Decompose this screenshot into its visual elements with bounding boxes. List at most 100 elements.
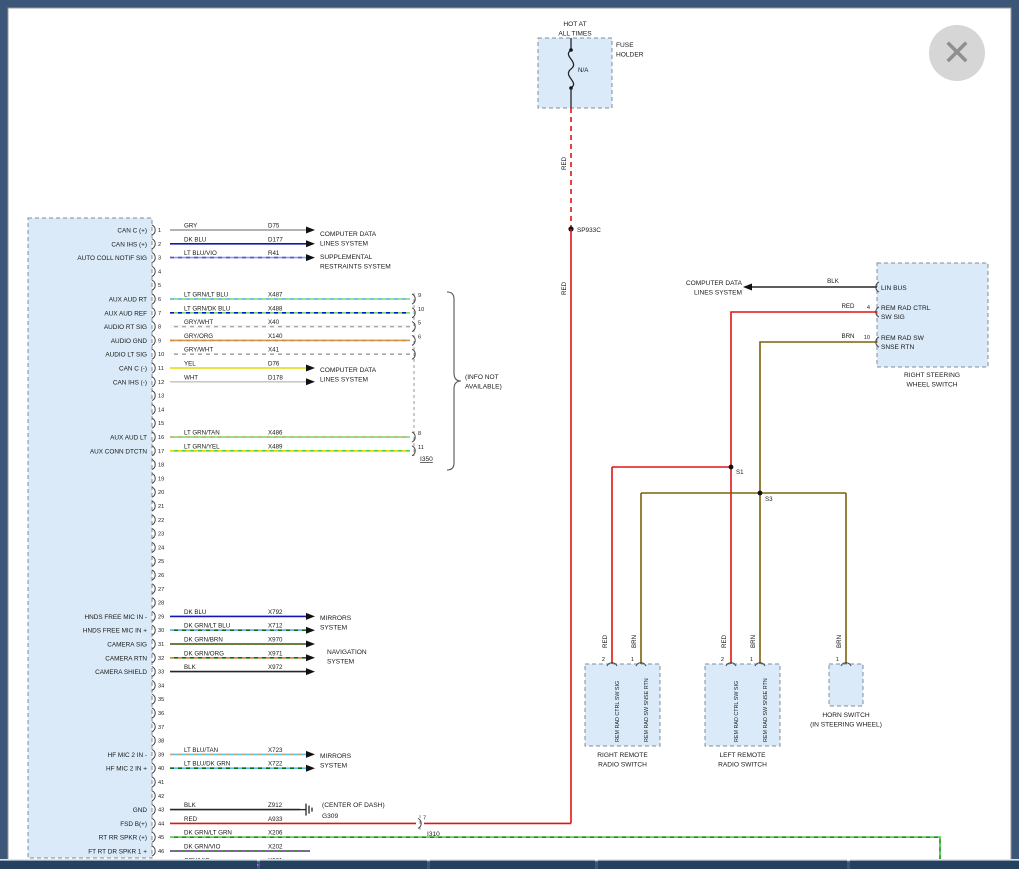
- pin-number: 22: [158, 518, 164, 524]
- circuit-code: X712: [268, 623, 283, 630]
- pin-number: 21: [158, 504, 164, 510]
- pin-label: CAN C (-): [119, 366, 147, 373]
- wire-color-label: DK GRN/LT BLU: [184, 623, 230, 630]
- switch-pin-label: REM RAD SW SNSE RTN: [644, 678, 650, 742]
- pin-number: 1: [750, 657, 753, 663]
- circuit-code: R41: [268, 250, 280, 257]
- wiring-diagram: (INFO NOTAVAILABLE)I350I310HOT ATALL TIM…: [0, 0, 1019, 869]
- destination-label: MIRRORS: [320, 615, 352, 622]
- pin-number: 9: [158, 338, 161, 344]
- far-pin-number: 11: [418, 445, 424, 451]
- wire-color-label: GRY/ORG: [184, 333, 213, 340]
- circuit-code: D177: [268, 236, 283, 243]
- table-header-cell-border: [0, 859, 257, 861]
- pin-number: 3: [158, 256, 161, 262]
- component-caption: LEFT REMOTE: [719, 752, 766, 759]
- pin-number: 11: [158, 366, 164, 372]
- wire-color-label: BRN: [836, 635, 843, 648]
- wire-color-label: LT GRN/DK BLU: [184, 305, 230, 312]
- destination-label: SYSTEM: [320, 763, 347, 770]
- pin-label: CAMERA SIG: [107, 642, 147, 649]
- fuse-holder-label: FUSE: [616, 42, 634, 49]
- circuit-code: X202: [268, 844, 283, 851]
- component-caption: (IN STEERING WHEEL): [810, 722, 882, 729]
- wire-color-label: DK BLU: [184, 609, 206, 616]
- far-pin-number: 9: [418, 293, 421, 299]
- wire-color-label: RED: [561, 156, 568, 170]
- circuit-code: X792: [268, 609, 283, 616]
- pin-number: 10: [864, 335, 870, 341]
- wire-color-label: BLK: [184, 802, 197, 809]
- wire-color-label: DK GRN/BRN: [184, 637, 223, 644]
- wire-color-label: RED: [721, 634, 728, 648]
- pin-label: AUDIO RT SIG: [104, 324, 147, 331]
- pin-number: 14: [158, 407, 164, 413]
- switch-pin-label: SW SIG: [881, 314, 905, 321]
- wire-color-label: RED: [841, 303, 855, 310]
- pin-number: 41: [158, 780, 164, 786]
- wire-color-label: GRY/WHT: [184, 319, 213, 326]
- wire-color-label: GRY/WHT: [184, 347, 213, 354]
- far-pin-number: 7: [423, 815, 426, 821]
- pin-label: AUX AUD REF: [104, 310, 147, 317]
- pin-number: 40: [158, 766, 164, 772]
- splice-sp933c: SP933C: [577, 227, 601, 234]
- pin-number: 44: [158, 821, 164, 827]
- pin-number: 46: [158, 849, 164, 855]
- pin-number: 43: [158, 808, 164, 814]
- table-header-cell-border: [598, 859, 847, 861]
- wire-color-label: RED: [184, 816, 198, 823]
- destination-label: LINES SYSTEM: [320, 377, 368, 384]
- splice-s1-dot: [729, 465, 734, 470]
- pin-number: 25: [158, 559, 164, 565]
- wire-color-label: LT BLU/DK GRN: [184, 761, 230, 768]
- wire-color-label: DK GRN/VIO: [184, 844, 221, 851]
- wire-color-label: YEL: [184, 361, 196, 368]
- destination-label: RESTRAINTS SYSTEM: [320, 264, 391, 271]
- far-pin-number: 10: [418, 307, 424, 313]
- circuit-code: A933: [268, 816, 283, 823]
- destination-label: COMPUTER DATA: [686, 280, 743, 287]
- close-icon: ✕: [942, 32, 972, 74]
- pin-number: 16: [158, 435, 164, 441]
- pin-label: CAN IHS (+): [111, 241, 147, 248]
- circuit-code: Z912: [268, 802, 283, 809]
- pin-number: 6: [158, 297, 161, 303]
- pin-number: 1: [631, 657, 634, 663]
- wire-color-label: LT BLU/TAN: [184, 747, 218, 754]
- splice-s1: S1: [736, 469, 744, 476]
- component-caption: HORN SWITCH: [822, 712, 869, 719]
- pin-label: HF MIC 2 IN -: [108, 752, 147, 759]
- component-caption: RADIO SWITCH: [718, 762, 767, 769]
- far-pin-number: 6: [418, 334, 421, 340]
- wire-color-label: LT GRN/YEL: [184, 443, 220, 450]
- destination-label: SUPPLEMENTAL: [320, 254, 373, 261]
- pin-number: 27: [158, 587, 164, 593]
- pin-label: FT RT DR SPKR 1 +: [88, 849, 147, 856]
- pin-number: 26: [158, 573, 164, 579]
- close-button[interactable]: ✕: [929, 25, 985, 81]
- component-caption: RIGHT REMOTE: [597, 752, 648, 759]
- pin-number: 19: [158, 476, 164, 482]
- wire-color-label: BLK: [184, 664, 197, 671]
- wire-color-label: DK BLU: [184, 236, 206, 243]
- wire-color-label: LT GRN/LT BLU: [184, 292, 228, 299]
- wire-color-label: LT GRN/TAN: [184, 430, 220, 437]
- pin-number: 38: [158, 739, 164, 745]
- wire-color-label: BRN: [841, 333, 854, 340]
- pin-label: CAMERA SHIELD: [95, 669, 147, 676]
- wire-color-label: RED: [561, 281, 568, 295]
- destination-label: SYSTEM: [327, 659, 354, 666]
- pin-number: 8: [158, 325, 161, 331]
- circuit-code: X489: [268, 443, 283, 450]
- ground-label: G309: [322, 813, 338, 820]
- fuse-holder-box: [538, 38, 612, 108]
- pin-label: HF MIC 2 IN +: [106, 766, 147, 773]
- pin-number: 23: [158, 532, 164, 538]
- pin-label: AUX AUD LT: [110, 435, 147, 442]
- destination-label: MIRRORS: [320, 753, 352, 760]
- info-note: (INFO NOT: [465, 374, 499, 381]
- wire-color-label: RED: [602, 634, 609, 648]
- pin-number: 4: [158, 269, 161, 275]
- component-caption: RIGHT STEERING: [904, 372, 960, 379]
